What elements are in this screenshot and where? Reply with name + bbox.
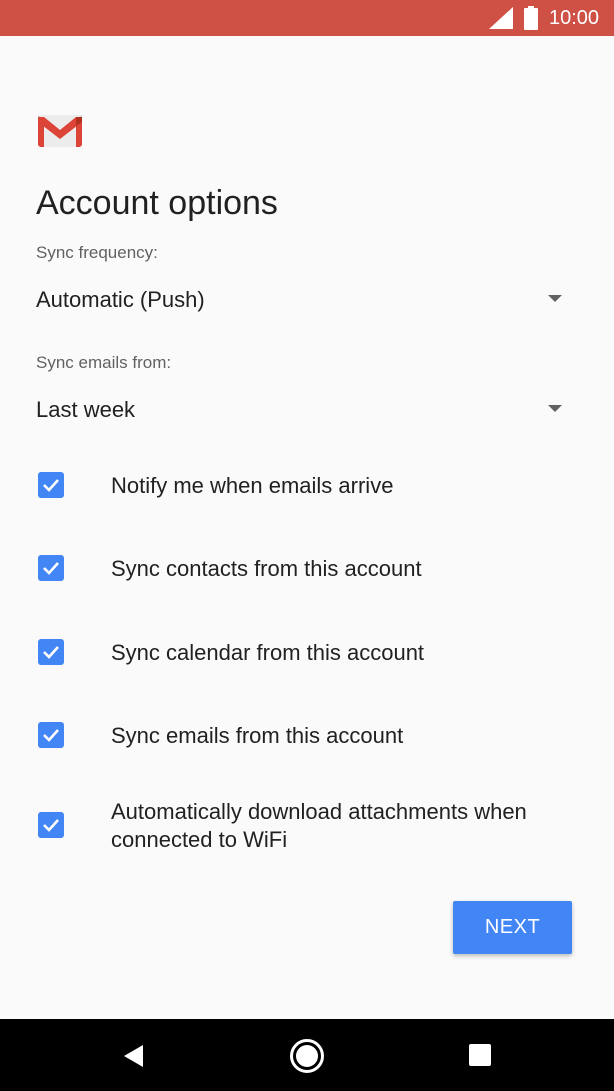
checkbox-checked-icon[interactable]: [38, 812, 64, 838]
dropdown-arrow-icon: [548, 405, 562, 412]
checkbox-checked-icon[interactable]: [38, 722, 64, 748]
back-icon[interactable]: [121, 1043, 147, 1069]
home-icon[interactable]: [289, 1038, 325, 1074]
page-title: Account options: [36, 184, 278, 222]
status-bar: 10:00: [0, 0, 614, 36]
sync-frequency-value: Automatic (Push): [36, 287, 205, 312]
option-sync-emails[interactable]: Sync emails from this account: [36, 722, 586, 750]
option-label: Notify me when emails arrive: [111, 473, 394, 498]
recents-icon[interactable]: [469, 1044, 491, 1066]
option-sync-contacts[interactable]: Sync contacts from this account: [36, 555, 586, 583]
option-label: Sync emails from this account: [111, 723, 404, 748]
option-download-attachments[interactable]: Automatically download attachments when …: [36, 798, 586, 856]
dropdown-arrow-icon: [548, 295, 562, 302]
sync-emails-from-value: Last week: [36, 397, 136, 422]
battery-icon: [524, 6, 538, 30]
sync-frequency-dropdown[interactable]: Automatic (Push): [36, 276, 576, 324]
gmail-logo: [38, 115, 82, 147]
checkbox-checked-icon[interactable]: [38, 555, 64, 581]
checkbox-checked-icon[interactable]: [38, 639, 64, 665]
option-label: Automatically download attachments when …: [111, 799, 527, 852]
signal-icon: [489, 7, 513, 29]
navigation-bar: [0, 1019, 614, 1091]
option-notify-emails[interactable]: Notify me when emails arrive: [36, 472, 586, 500]
option-sync-calendar[interactable]: Sync calendar from this account: [36, 639, 586, 667]
sync-emails-from-dropdown[interactable]: Last week: [36, 386, 576, 434]
sync-emails-from-label: Sync emails from:: [36, 353, 172, 372]
sync-frequency-label: Sync frequency:: [36, 243, 158, 262]
checkbox-checked-icon[interactable]: [38, 472, 64, 498]
next-button[interactable]: NEXT: [453, 901, 572, 954]
status-time: 10:00: [549, 7, 600, 29]
option-label: Sync calendar from this account: [111, 640, 425, 665]
option-label: Sync contacts from this account: [111, 556, 422, 581]
